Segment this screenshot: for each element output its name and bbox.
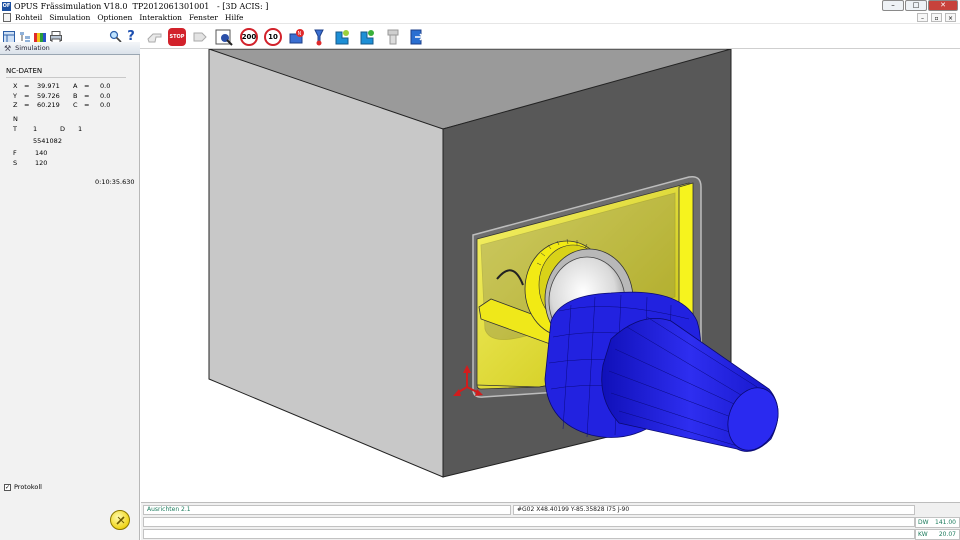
t-label: T [13,125,17,133]
z-label: Z [13,101,18,109]
s-label: S [13,159,18,167]
3d-scene[interactable] [141,49,960,502]
protokoll-checkbox[interactable]: ✓ Protokoll [4,483,42,491]
status-nc-line: #G02 X48.40199 Y-85.35828 I75 J-90 [513,505,915,515]
kw-label: KW [918,531,928,538]
dw-label: DW [918,519,929,526]
y-value: 59.726 [37,92,60,100]
menu-hilfe[interactable]: Hilfe [225,13,244,22]
menu-bar: Rohteil Simulation Optionen Interaktion … [0,12,960,24]
minimize-button[interactable]: – [882,0,904,11]
stop-button[interactable]: STOP [167,27,187,46]
menu-fenster[interactable]: Fenster [189,13,218,22]
app-icon: OF [2,1,11,11]
close-button[interactable]: ✕ [928,0,958,11]
simulation-icon: ⚒ [4,43,12,53]
tool-blue-icon[interactable] [332,27,352,46]
svg-text:N: N [298,31,302,37]
hint-bulb-icon[interactable] [110,510,130,530]
z-eq: = [24,101,30,109]
elapsed-time: 0:10:35.630 [95,178,135,186]
step-icon[interactable] [190,27,210,46]
kw-readout: KW 20.07 [915,529,960,540]
s-value: 120 [35,159,48,167]
document-icon[interactable] [3,13,11,22]
x-label: X [13,82,18,90]
z-value: 60.219 [37,101,60,109]
exit-door-icon[interactable] [407,27,427,46]
doc-restore-button[interactable]: ▫ [931,13,942,22]
b-value: 0.0 [100,92,111,100]
status-mode: Ausrichten 2.1 [143,505,511,515]
stop-label: STOP [168,27,186,46]
kw-value: 20.07 [938,531,956,538]
dw-value: 141.00 [935,519,956,526]
x-value: 39.971 [37,82,60,90]
status-line-2 [143,517,915,527]
y-label: Y [13,92,17,100]
b-label: B [73,92,78,100]
speed-200-label: 200 [240,27,258,46]
left-panel: ⚒ Simulation NC-DATEN X = 39.971 A = 0.0… [0,42,140,540]
y-eq: = [24,92,30,100]
tool-id: 5541082 [33,137,62,145]
status-line-3 [143,529,915,539]
nc-separator [6,77,126,78]
document-window-controls: – ▫ × [914,13,956,22]
tool-green-icon[interactable] [357,27,377,46]
c-label: C [73,101,78,109]
a-eq: = [84,82,90,90]
menu-simulation[interactable]: Simulation [49,13,90,22]
d-label: D [60,125,66,133]
window-title: OPUS Frässimulation V18.0 TP201206130100… [14,1,269,11]
x-eq: = [24,82,30,90]
machine-icon[interactable] [383,27,403,46]
3d-viewport[interactable] [141,49,960,502]
b-eq: = [84,92,90,100]
a-label: A [73,82,78,90]
doc-close-button[interactable]: × [945,13,956,22]
t-value: 1 [33,125,38,133]
a-value: 0.0 [100,82,111,90]
title-bar: OF OPUS Frässimulation V18.0 TP201206130… [0,0,960,12]
pocket-side-wall [678,182,694,320]
hand-icon[interactable] [145,27,165,46]
speed-10-button[interactable]: 10 [262,27,284,46]
menu-rohteil[interactable]: Rohteil [15,13,42,22]
window-controls: – □ ✕ [881,0,958,11]
menu-optionen[interactable]: Optionen [97,13,132,22]
protokoll-label: Protokoll [14,483,42,491]
f-value: 140 [35,149,48,157]
nc-data-title: NC-DATEN [6,67,43,75]
speed-200-button[interactable]: 200 [238,27,260,46]
tool-magazine-icon[interactable]: N [287,27,307,46]
protokoll-check-icon[interactable]: ✓ [4,483,11,491]
maximize-button[interactable]: □ [905,0,927,11]
f-label: F [13,149,17,157]
tool-change-icon[interactable] [310,27,328,46]
tab-simulation[interactable]: ⚒ Simulation [0,42,140,55]
toolbar: ? STOP 200 10 N [0,24,960,49]
d-value: 1 [78,125,83,133]
speed-10-label: 10 [264,27,282,46]
dw-readout: DW 141.00 [915,517,960,528]
n-label: N [13,115,18,123]
zoom-view-icon[interactable] [214,27,234,46]
status-area: Ausrichten 2.1 #G02 X48.40199 Y-85.35828… [141,502,960,540]
c-value: 0.0 [100,101,111,109]
tab-simulation-label: Simulation [15,44,50,52]
doc-minimize-button[interactable]: – [917,13,928,22]
c-eq: = [84,101,90,109]
menu-interaktion[interactable]: Interaktion [139,13,182,22]
